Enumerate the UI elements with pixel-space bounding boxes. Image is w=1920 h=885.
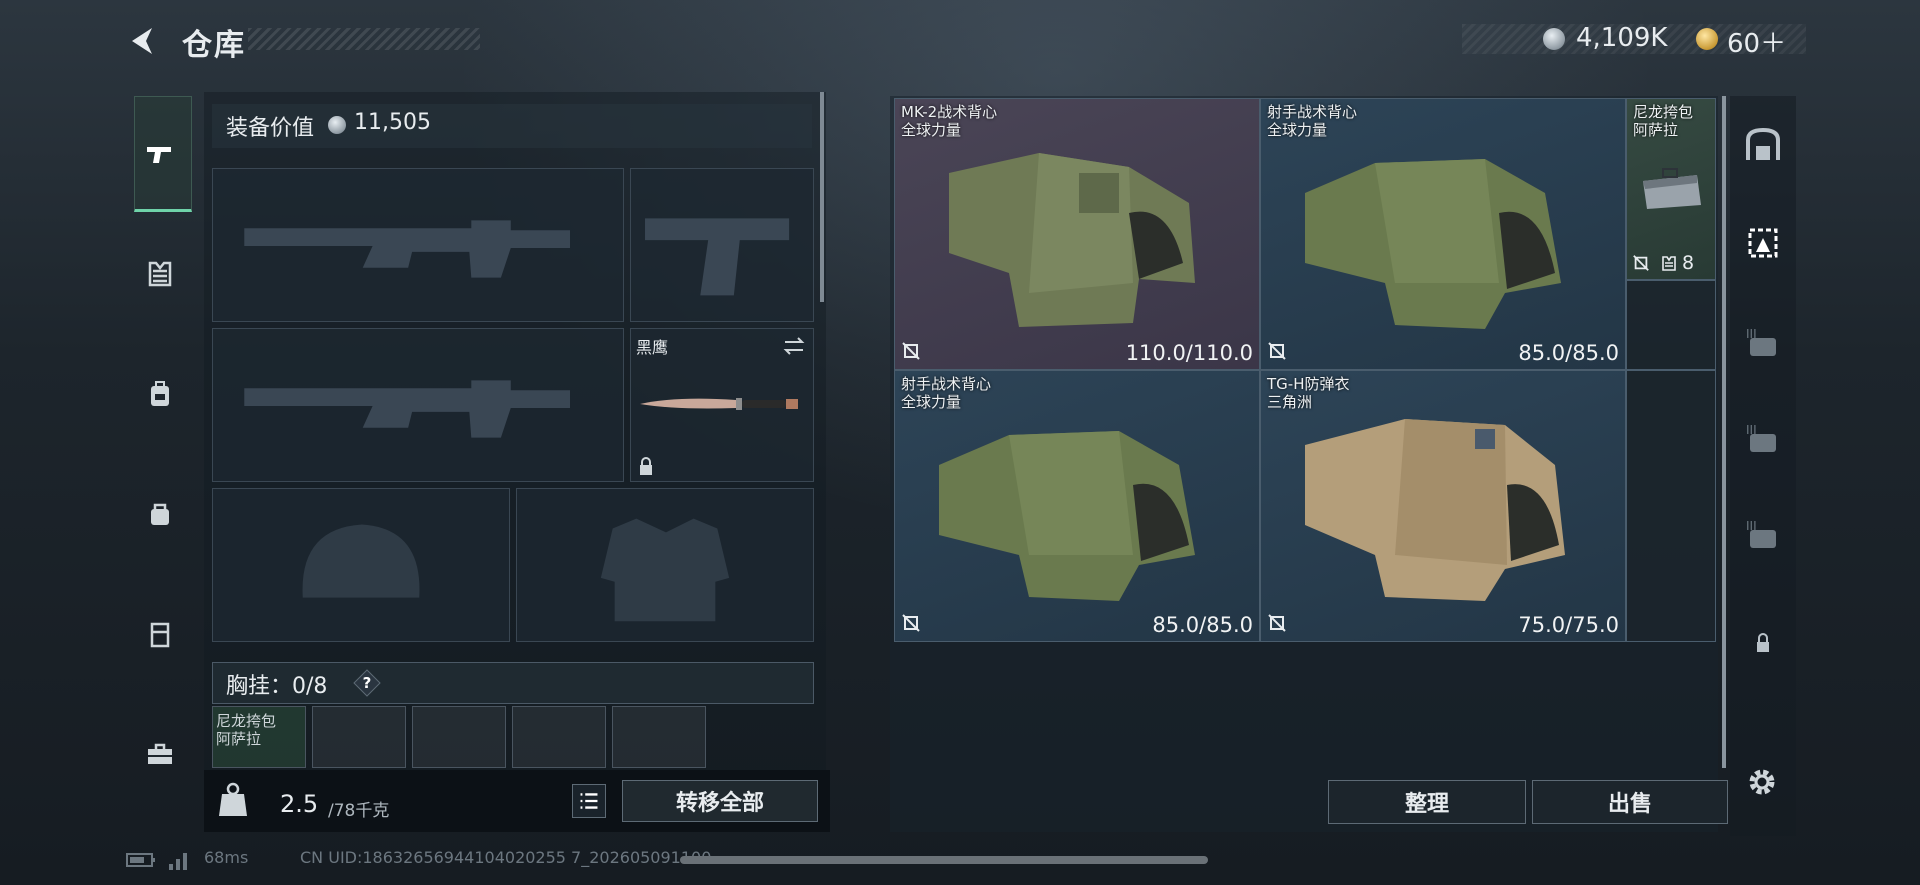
sell-button[interactable]: 出售 xyxy=(1532,780,1728,824)
nav-backpack-icon[interactable] xyxy=(136,364,184,424)
ping-readout: 68ms xyxy=(204,848,249,867)
swap-arrows-icon[interactable] xyxy=(782,334,806,358)
nav-weapons-pistol-icon[interactable] xyxy=(136,124,184,184)
vest-image xyxy=(1305,419,1565,601)
grid-item[interactable]: 射手战术背心 全球力量 85.0/85.0 xyxy=(1260,98,1626,370)
primary-weapon-slot-2[interactable] xyxy=(212,328,624,482)
current-weight: 2.5 xyxy=(280,790,319,818)
empty-cell[interactable] xyxy=(1626,370,1716,642)
grid-item[interactable]: TG-H防弹衣 三角洲 75.0/75.0 xyxy=(1260,370,1626,642)
grid-item[interactable]: 尼龙挎包 阿萨拉 xyxy=(1626,98,1716,280)
transfer-all-button[interactable]: 转移全部 xyxy=(622,780,818,822)
item-name: 射手战术背心 xyxy=(1267,103,1358,121)
knife-image xyxy=(636,388,806,418)
chest-rig-slot[interactable] xyxy=(512,706,606,768)
user-uid: CN UID:18632656944104020255 7_2026050911… xyxy=(300,848,712,867)
back-arrow-icon[interactable] xyxy=(126,24,160,58)
pistol-slot[interactable] xyxy=(630,168,814,322)
chest-rig-slot[interactable] xyxy=(612,706,706,768)
durability: 75.0/75.0 xyxy=(1518,613,1619,637)
item-name: MK-2战术背心 xyxy=(901,103,998,121)
max-weight: /78千克 xyxy=(328,801,390,821)
no-insure-icon xyxy=(901,341,921,361)
body-armor-slot[interactable] xyxy=(516,488,814,642)
list-view-icon[interactable] xyxy=(572,784,606,818)
lock-icon xyxy=(638,456,654,476)
title-decoration xyxy=(248,28,480,50)
storage-extend-locked-icon[interactable]: III xyxy=(1742,418,1784,460)
storage-tabs xyxy=(1730,96,1796,836)
battery-icon xyxy=(126,852,156,868)
gold-coin-icon xyxy=(1696,28,1718,50)
nav-container-icon[interactable] xyxy=(136,604,184,664)
no-insure-icon xyxy=(901,613,921,633)
item-count: 8 xyxy=(1682,252,1695,274)
durability: 85.0/85.0 xyxy=(1152,613,1253,637)
primary-weapon-slot-1[interactable] xyxy=(212,168,624,322)
signal-icon xyxy=(168,850,190,870)
no-insure-icon xyxy=(1632,254,1650,272)
vest-image xyxy=(949,153,1195,327)
empty-cell[interactable] xyxy=(1626,280,1716,370)
page-title: 仓库 xyxy=(182,28,246,63)
vest-image xyxy=(939,431,1195,601)
storage-main-icon[interactable] xyxy=(1742,124,1784,166)
home-indicator[interactable] xyxy=(680,856,1208,864)
equipment-value-label: 装备价值 xyxy=(226,116,315,141)
chest-rig-slot[interactable] xyxy=(312,706,406,768)
scrollbar[interactable] xyxy=(820,92,824,302)
help-icon[interactable]: ? xyxy=(352,668,382,698)
durability: 110.0/110.0 xyxy=(1125,341,1253,365)
bag-image xyxy=(1643,168,1701,209)
svg-text:?: ? xyxy=(363,674,372,692)
item-name: 尼龙挎包 xyxy=(1633,103,1694,121)
chest-rig-item-brand: 阿萨拉 xyxy=(216,730,262,748)
silver-coin-icon xyxy=(1543,28,1565,50)
nav-briefcase-icon[interactable] xyxy=(136,724,184,784)
money-amount: 4,109K xyxy=(1576,23,1668,53)
sort-button[interactable]: 整理 xyxy=(1328,780,1526,824)
grid-item[interactable]: MK-2战术背心 全球力量 110.0/110.0 xyxy=(894,98,1260,370)
helmet-slot[interactable] xyxy=(212,488,510,642)
weight-icon xyxy=(216,780,250,820)
equipment-value: 11,505 xyxy=(354,110,431,135)
item-brand: 阿萨拉 xyxy=(1633,121,1679,139)
scrollbar[interactable] xyxy=(1722,96,1726,768)
nav-bag-icon[interactable] xyxy=(136,484,184,544)
chest-rig-label: 胸挂：0/8 xyxy=(226,674,328,699)
settings-gear-icon[interactable] xyxy=(1744,764,1780,800)
no-insure-icon xyxy=(1267,341,1287,361)
durability: 85.0/85.0 xyxy=(1518,341,1619,365)
nav-armor-icon[interactable] xyxy=(136,244,184,304)
melee-name: 黑鹰 xyxy=(636,338,669,357)
vest-capacity-icon xyxy=(1660,254,1678,272)
silver-coin-icon xyxy=(328,116,346,134)
item-name: 射手战术背心 xyxy=(901,375,992,393)
vest-image xyxy=(1305,159,1561,329)
storage-extend-locked-icon[interactable]: III xyxy=(1742,322,1784,364)
storage-extend-locked-icon[interactable]: III xyxy=(1742,514,1784,556)
storage-extend-active-icon[interactable] xyxy=(1742,222,1784,264)
lock-icon xyxy=(1742,622,1784,664)
no-insure-icon xyxy=(1267,613,1287,633)
chest-rig-slot[interactable] xyxy=(412,706,506,768)
ticket-amount[interactable]: 60＋ xyxy=(1727,23,1786,60)
item-name: TG-H防弹衣 xyxy=(1267,375,1350,393)
grid-item[interactable]: 射手战术背心 全球力量 85.0/85.0 xyxy=(894,370,1260,642)
